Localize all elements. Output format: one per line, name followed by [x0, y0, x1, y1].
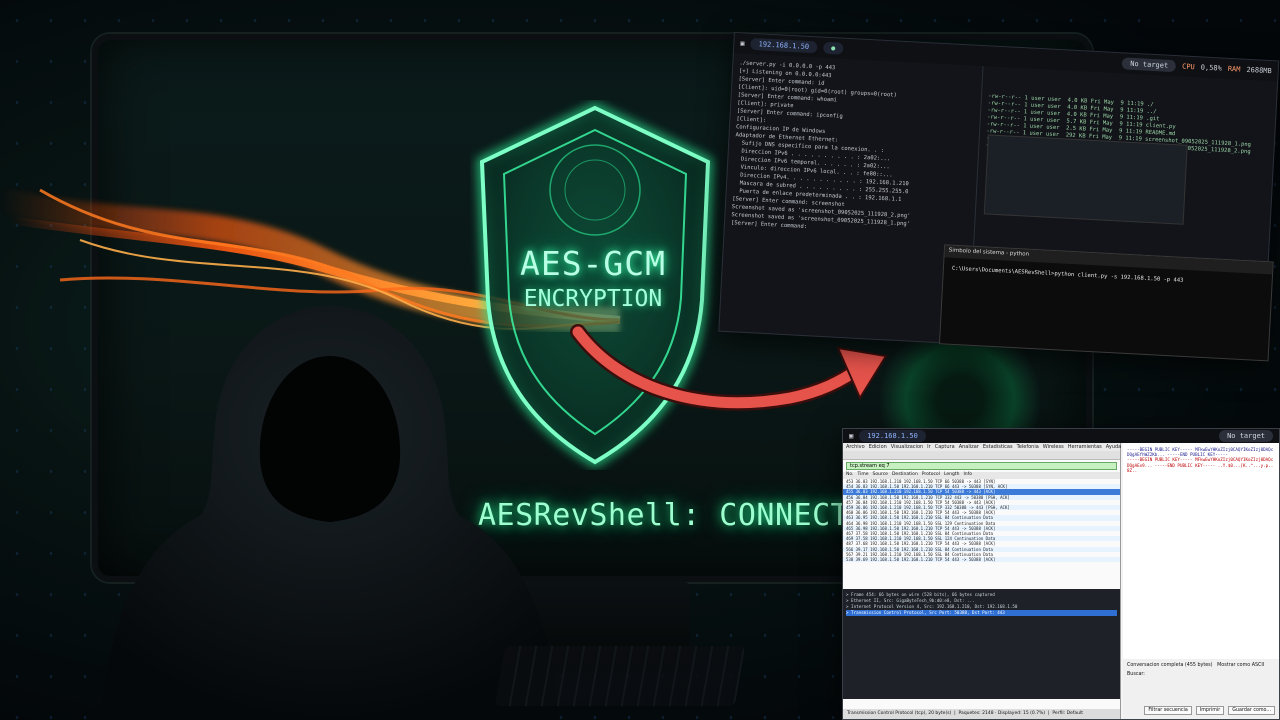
- cmd-window: Simbolo del sistema - python C:\Users\Do…: [938, 244, 1274, 362]
- wireshark-window: ▣ 192.168.1.50 No target Archivo Edicion V…: [842, 428, 1280, 720]
- menu-item[interactable]: Edicion: [869, 444, 887, 450]
- terminal-target-pill[interactable]: No target: [1121, 57, 1177, 73]
- stream-content: -----BEGIN PUBLIC KEY----- MFkwEwYHKoZIz…: [1123, 443, 1279, 477]
- column-header[interactable]: Protocol: [922, 472, 940, 479]
- menu-item[interactable]: Captura: [935, 444, 955, 450]
- hooded-figure: [100, 306, 560, 720]
- follow-stream-pane: -----BEGIN PUBLIC KEY----- MFkwEwYHKoZIz…: [1123, 443, 1279, 719]
- cpu-value: 0,58%: [1200, 63, 1223, 73]
- menu-icon[interactable]: ▣: [849, 432, 853, 440]
- column-header[interactable]: Destination: [892, 472, 918, 479]
- packet-list: 453 36.83 192.168.1.210 192.168.1.50 TCP…: [843, 479, 1120, 563]
- stream-button[interactable]: Filtrar secuencia: [1144, 706, 1192, 715]
- shield-title: AES-GCM: [519, 244, 667, 283]
- wireshark-statusbar: Transmission Control Protocol (tcp), 20 …: [843, 709, 1120, 719]
- keyboard: [494, 646, 746, 706]
- ram-value: 2688MB: [1246, 65, 1272, 76]
- stream-button[interactable]: Guardar como...: [1228, 706, 1275, 715]
- conversation-label: Conversacion completa (455 bytes): [1127, 663, 1213, 668]
- wireshark-topbar: ▣ 192.168.1.50 No target: [843, 429, 1279, 443]
- column-header[interactable]: No.: [846, 472, 853, 479]
- menu-item[interactable]: Archivo: [846, 444, 865, 450]
- stream-button[interactable]: Imprimir: [1195, 706, 1225, 715]
- detail-line[interactable]: > Transmission Control Protocol, Src Por…: [846, 610, 1117, 616]
- terminal-vpn-tab[interactable]: ●: [822, 41, 844, 55]
- status-left: Transmission Control Protocol (tcp), 20 …: [847, 711, 952, 716]
- column-header[interactable]: Source: [873, 472, 888, 479]
- menu-item[interactable]: Analizar: [959, 444, 979, 450]
- display-filter-input[interactable]: tcp.stream eq 7: [846, 462, 1117, 470]
- column-header[interactable]: Info: [963, 472, 972, 479]
- scene: AES-GCM ENCRYPTION AESRevShell: CONNECTE…: [0, 0, 1280, 720]
- column-header[interactable]: Time: [857, 472, 868, 479]
- stream-client-text: -----BEGIN PUBLIC KEY----- MFkwEwYHKoZIz…: [1127, 447, 1274, 458]
- menu-item[interactable]: Estadisticas: [983, 444, 1013, 450]
- packet-row[interactable]: 538 39.69 192.168.1.50 192.168.1.210 TCP…: [843, 557, 1120, 563]
- cpu-label: CPU: [1181, 62, 1195, 72]
- menu-item[interactable]: Ayuda: [1106, 444, 1121, 450]
- status-packets: Paquetes: 2148 · Displayed: 15 (0.7%): [958, 711, 1046, 716]
- stream-footer: Conversacion completa (455 bytes) Mostra…: [1123, 659, 1279, 719]
- menu-item[interactable]: Ir: [927, 444, 931, 450]
- packet-pane: Archivo Edicion Visualizacion Ir Captura Anal…: [843, 443, 1121, 719]
- menu-item[interactable]: Telefonia: [1017, 444, 1039, 450]
- status-profile: Perfil: Default: [1052, 711, 1084, 716]
- wireshark-toolbar[interactable]: [843, 451, 1120, 460]
- packet-details: > Frame 454: 66 bytes on wire (528 bits)…: [843, 589, 1120, 699]
- show-as-select[interactable]: ASCII: [1252, 663, 1265, 668]
- search-label: Buscar:: [1127, 672, 1145, 677]
- ram-label: RAM: [1227, 64, 1241, 74]
- packet-list-header: No. Time Source Destination Protocol Length In…: [843, 472, 1120, 479]
- menu-item[interactable]: Visualizacion: [891, 444, 923, 450]
- wireshark-ip-tab[interactable]: 192.168.1.50: [859, 430, 926, 442]
- stream-server-text: -----BEGIN PUBLIC KEY----- MFkwEwYHKoZIz…: [1127, 457, 1274, 473]
- show-as-label: Mostrar como: [1217, 663, 1251, 668]
- column-header[interactable]: Length: [944, 472, 960, 479]
- menu-item[interactable]: Wireless: [1043, 444, 1064, 450]
- screenshot-thumbnail: [984, 134, 1188, 225]
- wireshark-target-pill[interactable]: No target: [1219, 430, 1273, 442]
- menu-icon[interactable]: ▣: [740, 39, 745, 47]
- wireshark-menubar: Archivo Edicion Visualizacion Ir Captura Anal…: [843, 443, 1121, 451]
- terminal-window: ▣ 192.168.1.50 ● No target CPU 0,58% RAM…: [718, 32, 1280, 362]
- terminal-ip-tab[interactable]: 192.168.1.50: [750, 37, 818, 54]
- stream-buttons: Filtrar secuencia Imprimir Guardar como...: [1144, 706, 1275, 715]
- menu-item[interactable]: Herramientas: [1068, 444, 1102, 450]
